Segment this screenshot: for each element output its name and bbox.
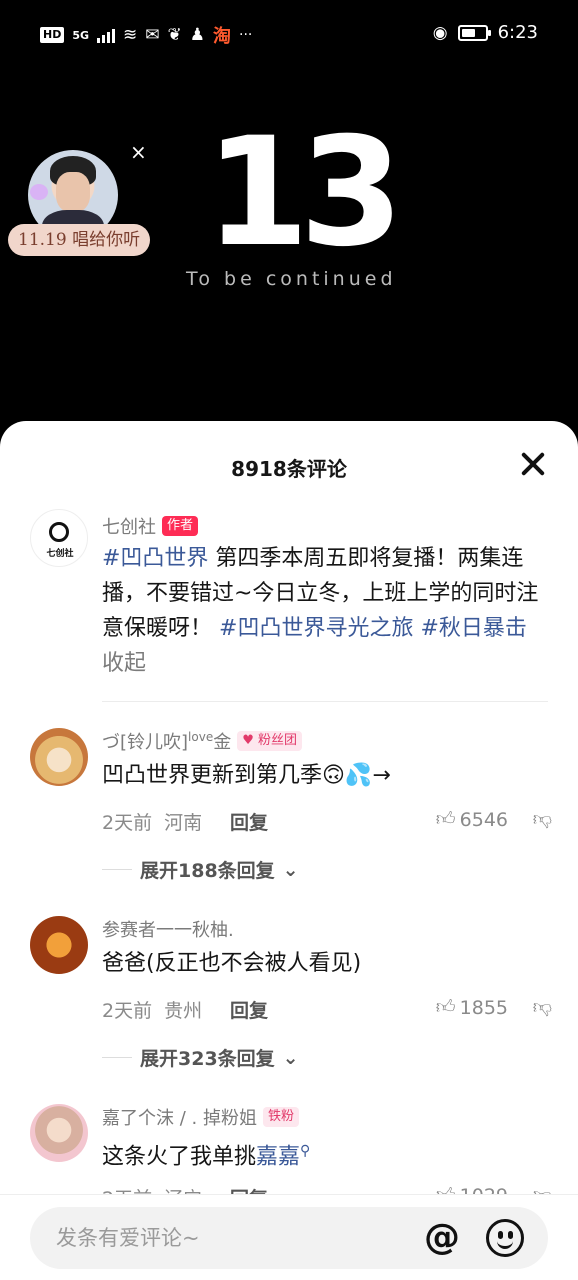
emoji-icon[interactable] — [486, 1219, 524, 1257]
chevron-down-icon: ⌄ — [282, 858, 299, 881]
nfc-icon: ≋ — [123, 25, 138, 45]
comment-input-container[interactable]: @ — [30, 1207, 548, 1269]
battery-fill — [461, 28, 475, 37]
avatar-face — [56, 172, 90, 212]
comment-text: 这条火了我单挑嘉嘉⚲ — [102, 1134, 552, 1174]
user-avatar[interactable] — [30, 1104, 88, 1162]
search-icon[interactable]: ⚲ — [300, 1143, 310, 1159]
comment-text: 爸爸(反正也不会被人看见) — [102, 951, 362, 976]
mention-at-icon[interactable]: @ — [422, 1219, 462, 1259]
status-right: ◉ 6:23 — [433, 22, 538, 43]
notification-icon: ✉ — [145, 25, 160, 45]
hashtag-link[interactable]: #凹凸世界 — [102, 546, 208, 571]
like-count: 6546 — [459, 808, 508, 831]
close-icon[interactable] — [520, 451, 546, 477]
comment-sheet: 8918条评论 七创社 七创社 作者 #凹凸世界 第四季本周五即将复播！两集连播… — [0, 421, 578, 1280]
mention-link[interactable]: 嘉嘉 — [256, 1144, 300, 1169]
thumbs-up-icon: 👍︎ — [435, 996, 456, 1018]
thumbs-down-icon[interactable]: 👎︎ — [533, 808, 552, 831]
like-button[interactable]: 👍︎ 6546 — [436, 808, 508, 831]
comment-body: 这条火了我单挑 — [102, 1144, 257, 1170]
wechat-icon: ❦ — [167, 25, 182, 45]
author-comment-text: #凹凸世界 第四季本周五即将复播！两集连播，不要错过~今日立冬，上班上学的同时注… — [102, 541, 552, 681]
battery-icon — [457, 24, 491, 41]
taobao-icon: 淘 — [213, 26, 232, 47]
user-avatar[interactable] — [30, 916, 88, 974]
expand-replies-button[interactable]: 展开323条回复 ⌄ — [102, 1044, 299, 1071]
author-name-row: 七创社 作者 — [102, 513, 199, 539]
comment-text: 凹凸世界更新到第几季🙃💦→ — [102, 763, 391, 788]
status-left: HD 5G ≋ ✉ ❦ ♟ 淘 ··· — [40, 22, 252, 48]
collapse-link[interactable]: 收起 — [102, 651, 146, 676]
fan-club-badge: ♥ 粉丝团 — [237, 731, 303, 751]
promo-close-icon[interactable]: × — [130, 142, 147, 162]
like-button[interactable]: 👍︎ 1855 — [436, 996, 508, 1019]
comment-time: 2天前 — [102, 812, 153, 834]
user-name[interactable]: 嘉了个沫 / . 掉粉姐 — [102, 1104, 257, 1130]
emoji-eye — [498, 1231, 503, 1239]
fan-club-label: 粉丝团 — [258, 733, 298, 748]
user-name-row: づ[铃儿吹]love金 ♥ 粉丝团 — [102, 728, 303, 754]
chevron-down-icon: ⌄ — [282, 1046, 299, 1069]
user-name-main: づ[铃儿吹] — [102, 732, 189, 753]
video-subtitle: To be continued — [186, 268, 397, 290]
network-type: 5G — [72, 28, 90, 42]
eye-comfort-icon: ◉ — [432, 22, 448, 43]
user-name-suffix: 金 — [213, 732, 232, 753]
comment-input[interactable] — [56, 1223, 416, 1253]
hashtag-link[interactable]: #秋日暴击 — [420, 616, 526, 641]
iron-fan-badge: 铁粉 — [262, 1107, 299, 1127]
author-avatar-text: 七创社 — [46, 549, 74, 559]
thumbs-up-icon: 👍︎ — [435, 808, 456, 830]
signal-icon — [97, 27, 116, 43]
expand-replies-label: 展开188条回复 — [140, 860, 275, 882]
user-name[interactable]: づ[铃儿吹]love金 — [102, 728, 231, 754]
comment-meta: 2天前 贵州 回复 👍︎ 1855 👎︎ — [102, 996, 552, 1023]
comment-meta: 2天前 河南 回复 👍︎ 6546 👎︎ — [102, 808, 552, 835]
promo-widget[interactable]: 11.19 唱给你听 × — [8, 142, 151, 260]
user-name-sup: love — [188, 730, 214, 744]
like-count: 1855 — [459, 996, 508, 1019]
comment-count-title: 8918条评论 — [231, 457, 347, 481]
user-name-row: 嘉了个沫 / . 掉粉姐 铁粉 — [102, 1104, 299, 1130]
author-name[interactable]: 七创社 — [102, 513, 156, 539]
status-bar: HD 5G ≋ ✉ ❦ ♟ 淘 ··· ◉ 6:23 — [0, 0, 578, 68]
author-avatar[interactable]: 七创社 — [30, 509, 88, 567]
reply-button[interactable]: 回复 — [230, 996, 268, 1023]
author-tag: 作者 — [162, 516, 199, 536]
hd-indicator: HD — [40, 27, 65, 43]
user-name[interactable]: 参赛者一一秋柚. — [102, 916, 234, 942]
clock: 6:23 — [497, 22, 538, 43]
sheet-header: 8918条评论 — [0, 421, 578, 511]
video-player[interactable]: 13 To be continued 11.19 唱给你听 × — [0, 68, 578, 428]
comment-location: 贵州 — [164, 1000, 203, 1022]
thumbs-down-icon[interactable]: 👎︎ — [533, 996, 552, 1019]
episode-number: 13 — [205, 106, 404, 280]
logo-mark — [49, 522, 69, 542]
expand-replies-button[interactable]: 展开188条回复 ⌄ — [102, 856, 299, 883]
hashtag-link[interactable]: #凹凸世界寻光之旅 — [219, 616, 413, 641]
promo-label[interactable]: 11.19 唱给你听 — [8, 224, 151, 256]
expand-replies-label: 展开323条回复 — [140, 1048, 275, 1070]
user-avatar[interactable] — [30, 728, 88, 786]
user-name-row: 参赛者一一秋柚. — [102, 916, 234, 942]
emoji-mouth — [497, 1240, 513, 1249]
reply-button[interactable]: 回复 — [230, 808, 268, 835]
more-notifications-icon: ··· — [239, 27, 253, 43]
emoji-eye — [508, 1231, 513, 1239]
divider — [102, 701, 548, 702]
comment-time: 2天前 — [102, 1000, 153, 1022]
comment-location: 河南 — [164, 812, 203, 834]
qq-icon: ♟ — [189, 25, 206, 45]
heart-icon — [30, 184, 48, 200]
comment-input-bar: @ — [0, 1194, 578, 1280]
